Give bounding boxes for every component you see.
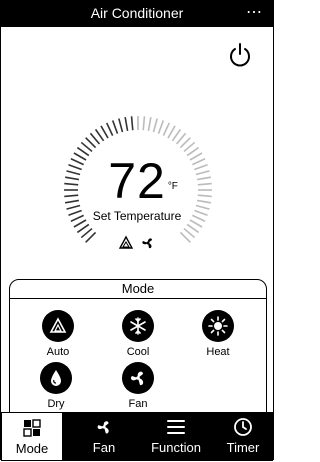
dial-tick <box>179 231 191 243</box>
temperature-value: 72 <box>108 153 166 209</box>
title-bar: Air Conditioner ⋯ <box>1 1 273 27</box>
fan-icon <box>69 416 139 438</box>
dial-tick <box>157 120 165 134</box>
tab-fan-label: Fan <box>92 440 116 455</box>
sun-icon <box>202 310 234 342</box>
dial-tick <box>80 227 93 239</box>
mode-cool-button[interactable]: Cool <box>108 310 168 358</box>
mode-icon <box>2 417 62 439</box>
tab-fan[interactable]: Fan <box>69 412 139 461</box>
snowflake-icon <box>122 310 154 342</box>
dial-tick <box>147 116 152 132</box>
dial-tick <box>85 137 97 149</box>
tab-mode-label: Mode <box>15 441 49 456</box>
dial-tick <box>171 128 182 142</box>
app-title: Air Conditioner <box>90 5 184 21</box>
dial-tick <box>142 116 146 131</box>
mode-fan-label: Fan <box>128 398 148 410</box>
power-icon[interactable] <box>226 41 254 69</box>
dial-tick <box>162 122 170 136</box>
dial-tick <box>80 141 93 153</box>
clock-icon <box>213 416 273 438</box>
drop-icon <box>40 362 72 394</box>
bottom-tab-bar: Mode Fan Function Timer <box>1 412 273 461</box>
mode-auto-button[interactable]: Auto <box>28 310 88 358</box>
mode-heat-button[interactable]: Heat <box>188 310 248 358</box>
tab-function-label: Function <box>151 440 201 455</box>
dial-tick <box>152 118 158 133</box>
auto-icon <box>42 310 74 342</box>
dial-tick <box>124 116 129 132</box>
dial-tick <box>111 120 119 134</box>
dial-tick <box>94 128 105 142</box>
dial-tick <box>183 141 196 153</box>
dial-tick <box>85 231 97 243</box>
auto-mode-icon <box>118 235 134 249</box>
mode-panel-title: Mode <box>10 280 266 299</box>
dial-tick <box>175 132 187 145</box>
mode-dry-button[interactable]: Dry <box>26 362 86 410</box>
tab-timer-label: Timer <box>226 440 260 455</box>
dial-tick <box>118 118 124 133</box>
mode-panel: Mode Auto Cool Heat Dry Fan <box>9 279 267 424</box>
status-icons <box>118 235 156 251</box>
ac-app-screen: Air Conditioner ⋯ 72 °F Set Temperature M… <box>0 0 274 461</box>
tab-timer[interactable]: Timer <box>213 412 273 461</box>
dial-tick <box>179 137 191 149</box>
tab-function[interactable]: Function <box>141 412 211 461</box>
temperature-display: 72 °F <box>1 155 273 207</box>
dial-tick <box>76 223 90 234</box>
mode-fan-button[interactable]: Fan <box>108 362 168 410</box>
dial-tick <box>183 227 196 239</box>
fan-icon <box>122 362 154 394</box>
dial-tick <box>89 132 101 145</box>
mode-cool-label: Cool <box>126 346 150 358</box>
dial-tick <box>186 223 200 234</box>
dial-tick <box>100 125 109 139</box>
mode-dry-label: Dry <box>47 398 65 410</box>
dial-tick <box>130 116 134 131</box>
temperature-unit: °F <box>167 181 178 192</box>
dial-tick <box>167 125 176 139</box>
more-options-icon[interactable]: ⋯ <box>246 2 263 22</box>
menu-icon <box>141 416 211 438</box>
fan-icon <box>142 238 152 249</box>
dial-tick <box>106 122 114 136</box>
mode-heat-label: Heat <box>206 346 230 358</box>
set-temperature-label: Set Temperature <box>92 209 182 223</box>
tab-mode[interactable]: Mode <box>1 412 63 461</box>
mode-auto-label: Auto <box>46 346 70 358</box>
